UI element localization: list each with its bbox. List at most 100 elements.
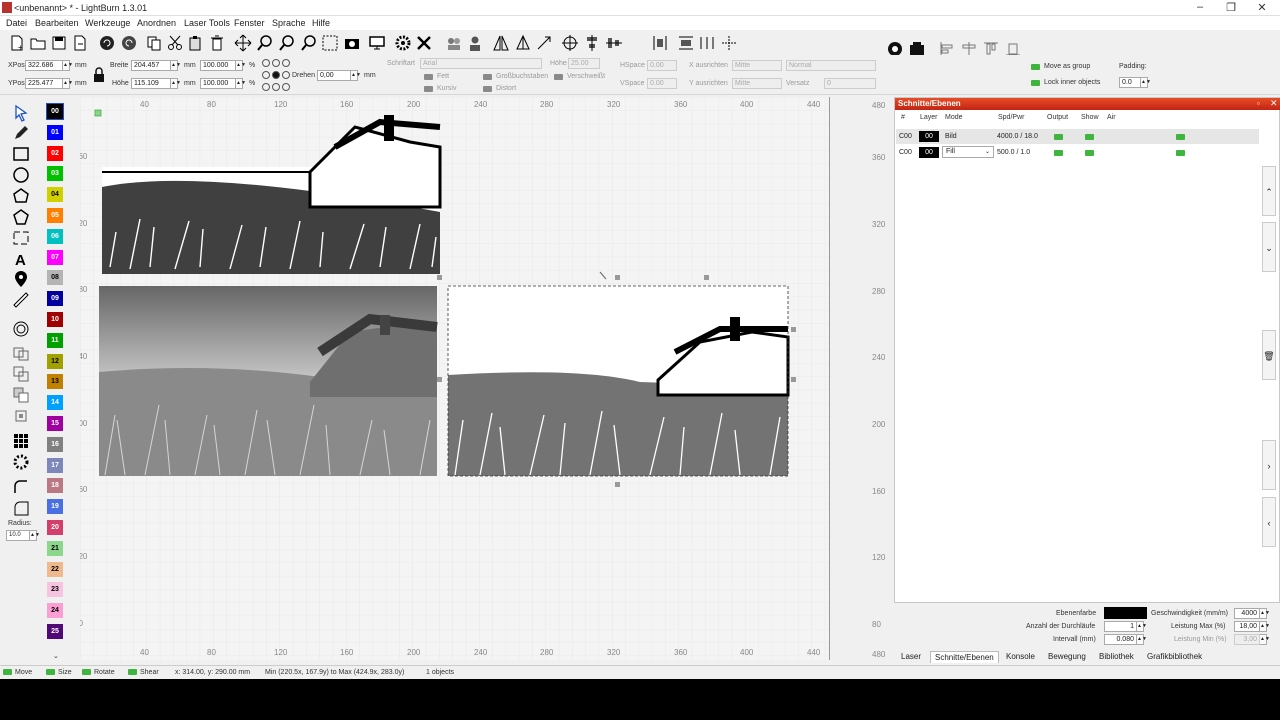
expand-left-button[interactable]: ‹ [1262,497,1276,547]
menu-sprache[interactable]: Sprache [272,18,306,28]
move-group-toggle[interactable] [1031,64,1040,70]
tab-laser[interactable]: Laser [897,651,925,662]
move-layer-up-button[interactable]: ⌃ [1262,166,1276,216]
select-arrow-icon[interactable] [12,104,30,122]
palette-swatch[interactable]: 08 [47,270,63,286]
drehen-spinner[interactable]: ▲▼ [351,70,361,81]
mirror-horizontal-icon[interactable] [492,34,510,52]
menu-datei[interactable]: Datei [6,18,27,28]
center-target-icon[interactable] [561,34,579,52]
palette-swatch[interactable]: 24 [47,603,63,619]
air-toggle[interactable] [1176,150,1185,156]
corner-radius-icon[interactable] [12,478,30,496]
menu-laser-tools[interactable]: Laser Tools [184,18,230,28]
zoom-out-icon[interactable] [278,34,296,52]
move-icon[interactable] [234,34,252,52]
lineart-image-selected[interactable] [447,285,790,477]
palette-swatch[interactable]: 13 [47,374,63,390]
text-hoehe-input[interactable]: 25.00 [568,58,600,69]
close-button[interactable]: ✕ [1247,1,1277,14]
menu-hilfe[interactable]: Hilfe [312,18,330,28]
palette-swatch[interactable]: 03 [47,166,63,182]
anchor-point-grid-icon[interactable] [261,58,291,92]
layer-row[interactable]: C00 00 Fill ⌄ 500.0 / 1.0 [896,145,1259,160]
scale-x-spinner[interactable]: ▲▼ [236,60,246,71]
kursiv-toggle[interactable] [424,86,433,92]
save-icon[interactable] [50,34,68,52]
panel-close-icon[interactable]: ✕ [1270,98,1278,109]
y-ausrichten-select[interactable]: Mitte [732,78,782,89]
interval-input[interactable]: 0.080 [1104,634,1137,645]
show-toggle[interactable] [1085,150,1094,156]
menu-werkzeuge[interactable]: Werkzeuge [85,18,130,28]
passes-input[interactable]: 1 [1104,621,1137,632]
palette-swatch[interactable]: 17 [47,457,63,473]
grid-array-icon[interactable] [12,432,30,450]
work-area-canvas[interactable]: 40 40 80 80 120 120 160 160 200 200 240 240 280 280 32… [80,97,830,660]
show-toggle[interactable] [1085,134,1094,140]
palette-swatch[interactable]: 15 [47,416,63,431]
tab-bibliothek[interactable]: Bibliothek [1095,651,1138,662]
grayscale-photo[interactable] [99,286,438,476]
undo-icon[interactable] [98,34,116,52]
layer-mode[interactable]: Bild [945,133,957,140]
panel-float-icon[interactable]: ▫ [1257,99,1260,108]
padding-spinner[interactable]: ▲▼ [1141,77,1151,88]
tab-schnitte-ebenen[interactable]: Schnitte/Ebenen [930,651,999,663]
polygon-icon[interactable] [12,187,30,205]
hspace-input[interactable]: 0.00 [647,60,677,71]
palette-swatch[interactable]: 12 [47,353,63,369]
palette-swatch[interactable]: 01 [47,124,63,140]
open-folder-icon[interactable] [29,34,47,52]
crosshair-icon[interactable] [720,34,738,52]
maximize-button[interactable]: ❐ [1216,1,1246,14]
camera-icon[interactable] [343,34,361,52]
distribute-vertical-icon[interactable] [677,34,695,52]
palette-swatch[interactable]: 04 [47,187,63,203]
scale-y-spinner[interactable]: ▲▼ [236,78,246,89]
ellipse-icon[interactable] [12,166,30,184]
layer-color-swatch[interactable] [1104,607,1147,619]
expand-right-button[interactable]: › [1262,440,1276,490]
dashed-rect-icon[interactable] [12,229,30,247]
xpos-spinner[interactable]: ▲▼ [63,60,73,71]
palette-swatch[interactable]: 11 [47,332,63,348]
scale-y-input[interactable]: 100.000 [200,78,236,89]
ungroup-icon[interactable] [466,34,484,52]
text-tool-icon[interactable]: A [12,250,30,268]
palette-swatch[interactable]: 02 [47,145,63,161]
boolean-union-icon[interactable] [12,365,30,383]
hoehe-input[interactable]: 115.109 [131,78,171,89]
layer-row[interactable]: C00 00 Bild 4000.0 / 18.0 [896,129,1259,144]
mirror-vertical-icon[interactable] [514,34,532,52]
fillet-icon[interactable] [12,499,30,517]
minimize-button[interactable]: – [1185,1,1215,13]
ypos-spinner[interactable]: ▲▼ [63,78,73,89]
text-mode-select[interactable]: Normal [786,60,876,71]
paste-icon[interactable] [187,34,205,52]
palette-swatch[interactable]: 22 [47,561,63,577]
palette-swatch[interactable]: 06 [47,228,63,244]
rotate-toggle[interactable] [82,669,91,675]
passes-spinner[interactable]: ▲▼ [1137,621,1147,632]
palette-swatch[interactable]: 20 [47,520,63,535]
position-pin-icon[interactable] [12,270,30,288]
ypos-input[interactable]: 225.477 [25,78,63,89]
shear-toggle[interactable] [128,669,137,675]
export-icon[interactable] [71,34,89,52]
new-file-icon[interactable]: + [8,34,26,52]
gross-toggle[interactable] [483,74,492,80]
palette-swatch[interactable]: 07 [47,249,63,265]
equal-spacing-icon[interactable] [698,34,716,52]
xpos-input[interactable]: 322.686 [25,60,63,71]
drehen-input[interactable]: 0,00 [317,70,351,81]
cut-icon[interactable] [166,34,184,52]
hoehe-spinner[interactable]: ▲▼ [171,78,181,89]
boolean-intersect-icon[interactable] [12,407,30,425]
tab-konsole[interactable]: Konsole [1002,651,1039,662]
font-select[interactable]: Arial [420,58,542,69]
speed-spinner[interactable]: ▲▼ [1260,608,1270,619]
radius-spinner[interactable]: ▲▼ [30,530,40,541]
frame-icon[interactable] [321,34,339,52]
power-min-spinner[interactable]: ▲▼ [1260,634,1270,645]
